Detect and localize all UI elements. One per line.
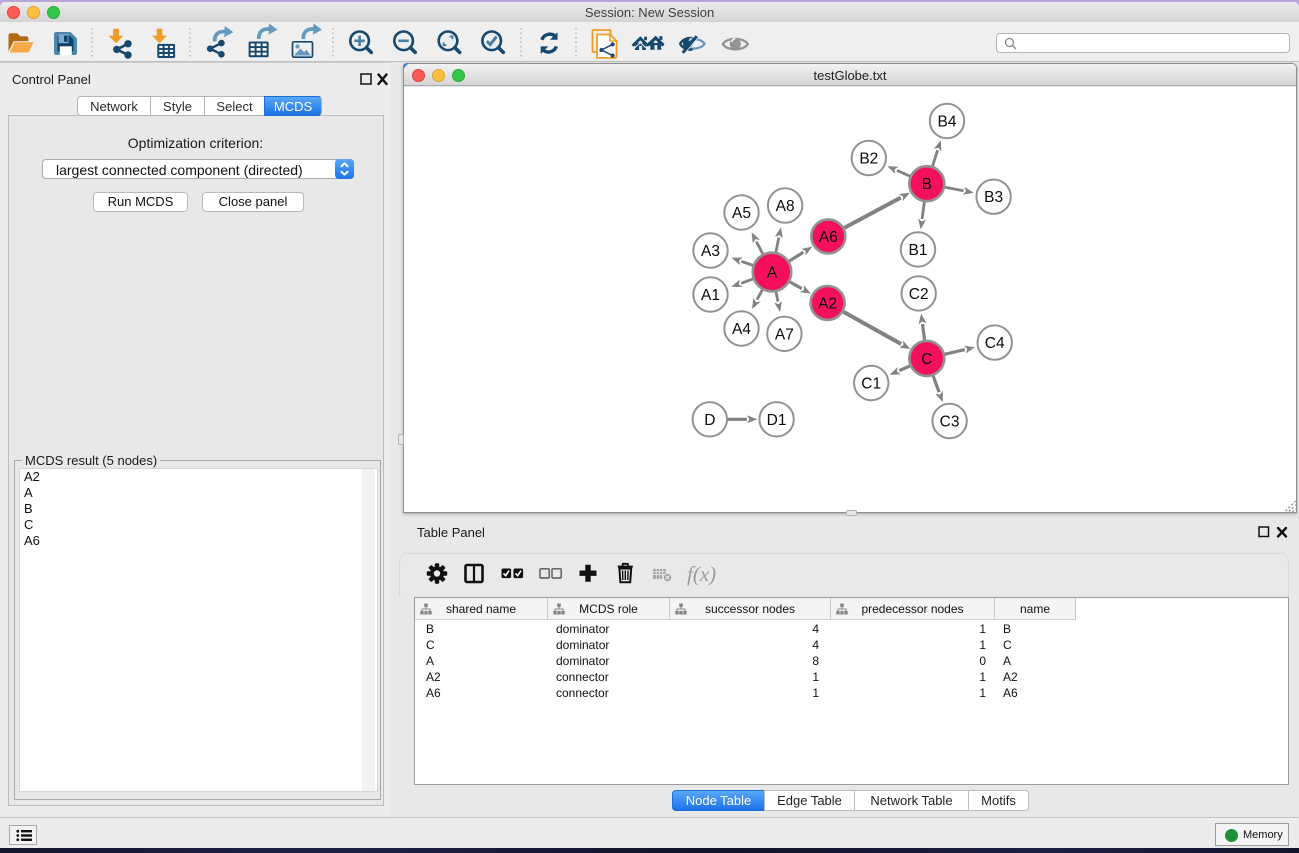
svg-text:C: C bbox=[921, 351, 932, 368]
svg-text:C4: C4 bbox=[985, 335, 1005, 352]
svg-text:A5: A5 bbox=[732, 205, 751, 222]
svg-text:C1: C1 bbox=[861, 376, 881, 393]
svg-text:B3: B3 bbox=[984, 189, 1003, 206]
svg-text:A2: A2 bbox=[818, 295, 837, 312]
svg-text:C3: C3 bbox=[940, 414, 960, 431]
svg-text:B4: B4 bbox=[938, 114, 957, 131]
svg-text:B1: B1 bbox=[909, 242, 928, 259]
svg-text:A7: A7 bbox=[775, 326, 794, 343]
svg-text:C2: C2 bbox=[909, 286, 929, 303]
svg-text:A6: A6 bbox=[819, 229, 838, 246]
svg-text:A3: A3 bbox=[701, 243, 720, 260]
svg-text:A8: A8 bbox=[776, 198, 795, 215]
svg-text:A1: A1 bbox=[701, 287, 720, 304]
svg-text:A4: A4 bbox=[732, 321, 751, 338]
svg-text:B2: B2 bbox=[859, 151, 878, 168]
svg-text:B: B bbox=[922, 176, 932, 193]
svg-text:f(x): f(x) bbox=[687, 562, 716, 586]
svg-text:D: D bbox=[704, 412, 715, 429]
svg-text:A: A bbox=[767, 265, 778, 282]
svg-text:D1: D1 bbox=[767, 412, 787, 429]
